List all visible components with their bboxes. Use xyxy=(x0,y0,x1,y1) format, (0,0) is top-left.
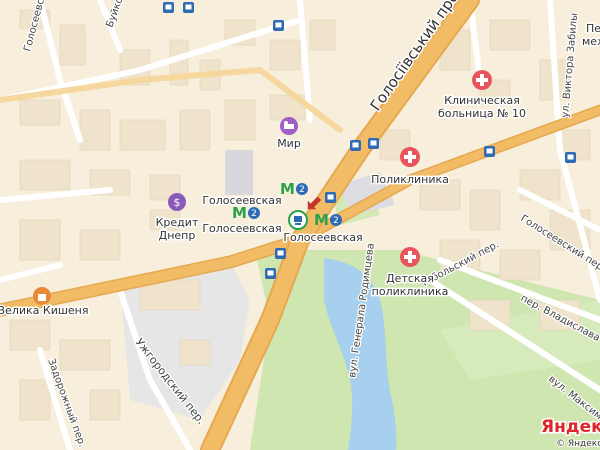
bank-label-1: Кредит xyxy=(156,216,199,229)
polyclinic-label: Поликлиника xyxy=(371,173,449,186)
children-clinic-label-1: Детская xyxy=(386,272,434,285)
svg-text:$: $ xyxy=(174,196,181,209)
svg-text:M: M xyxy=(280,180,295,198)
bus-stop-icon[interactable] xyxy=(484,146,495,157)
hospital-icon[interactable] xyxy=(472,70,492,90)
building-complex xyxy=(225,150,253,195)
hotel-icon[interactable] xyxy=(280,117,298,135)
bus-stop-icon[interactable] xyxy=(325,192,336,203)
hospital-icon[interactable] xyxy=(400,247,420,267)
edge-label-2: меж xyxy=(582,35,600,48)
hospital-icon[interactable] xyxy=(400,147,420,167)
station-marker-icon[interactable] xyxy=(288,210,308,230)
svg-text:M: M xyxy=(314,211,329,229)
bus-stop-icon[interactable] xyxy=(350,140,361,151)
children-clinic-label-2: поликлиника xyxy=(372,285,449,298)
copyright-text: © Яндекс xyxy=(556,439,600,449)
edge-label-1: Печ xyxy=(586,22,600,35)
metro-label-top: Голосеевская xyxy=(202,194,281,207)
hotel-label: Мир xyxy=(277,137,301,150)
metro-label-left: Голосеевская xyxy=(202,222,281,235)
bus-stop-icon[interactable] xyxy=(275,248,286,259)
map-canvas[interactable]: Голосіївський просп. Ужгородский пер. То… xyxy=(0,0,600,450)
svg-text:2: 2 xyxy=(299,185,305,195)
svg-text:2: 2 xyxy=(333,216,339,226)
bus-stop-icon[interactable] xyxy=(565,152,576,163)
shop-label: Велика Кишеня xyxy=(0,304,88,317)
svg-text:Яндекс: Яндекс xyxy=(541,417,600,437)
hospital-label-2: больница № 10 xyxy=(438,107,526,120)
bank-icon[interactable]: $ xyxy=(168,193,186,211)
bus-stop-icon[interactable] xyxy=(183,2,194,13)
bus-stop-icon[interactable] xyxy=(265,268,276,279)
hospital-label-1: Клиническая xyxy=(444,94,520,107)
map-layer: Голосіївський просп. Ужгородский пер. То… xyxy=(0,0,600,450)
svg-text:2: 2 xyxy=(251,209,257,219)
bus-stop-icon[interactable] xyxy=(273,20,284,31)
shop-icon[interactable] xyxy=(33,287,51,305)
metro-label-center: Голосеевская xyxy=(283,231,362,244)
bus-stop-icon[interactable] xyxy=(163,2,174,13)
bank-label-2: Днепр xyxy=(159,229,196,242)
bus-stop-icon[interactable] xyxy=(368,138,379,149)
